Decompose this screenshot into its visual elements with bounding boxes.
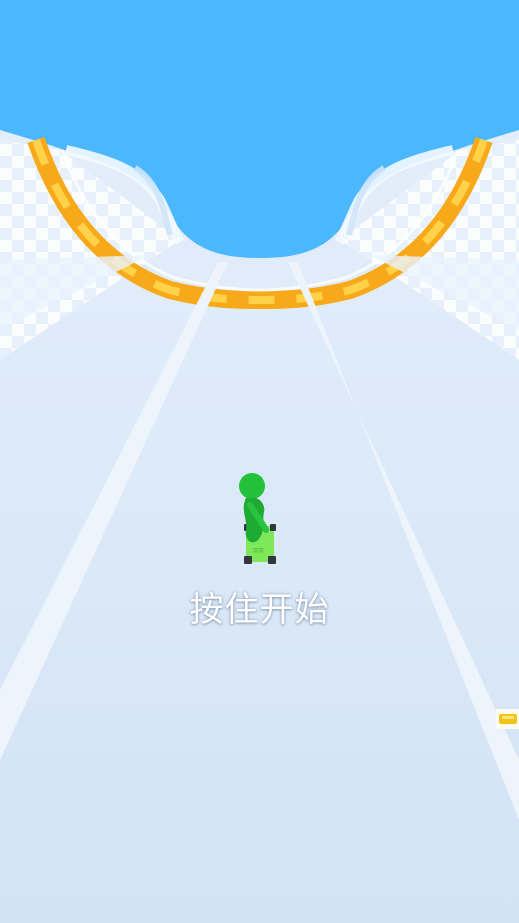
game-viewport[interactable]: ≡≡ 按住开始 bbox=[0, 0, 519, 923]
gold-bar-pickup bbox=[496, 709, 519, 729]
svg-text:≡≡: ≡≡ bbox=[253, 546, 264, 556]
hold-to-start-prompt[interactable]: 按住开始 bbox=[0, 582, 519, 631]
game-scene: ≡≡ bbox=[0, 0, 519, 923]
player-head bbox=[239, 473, 265, 499]
